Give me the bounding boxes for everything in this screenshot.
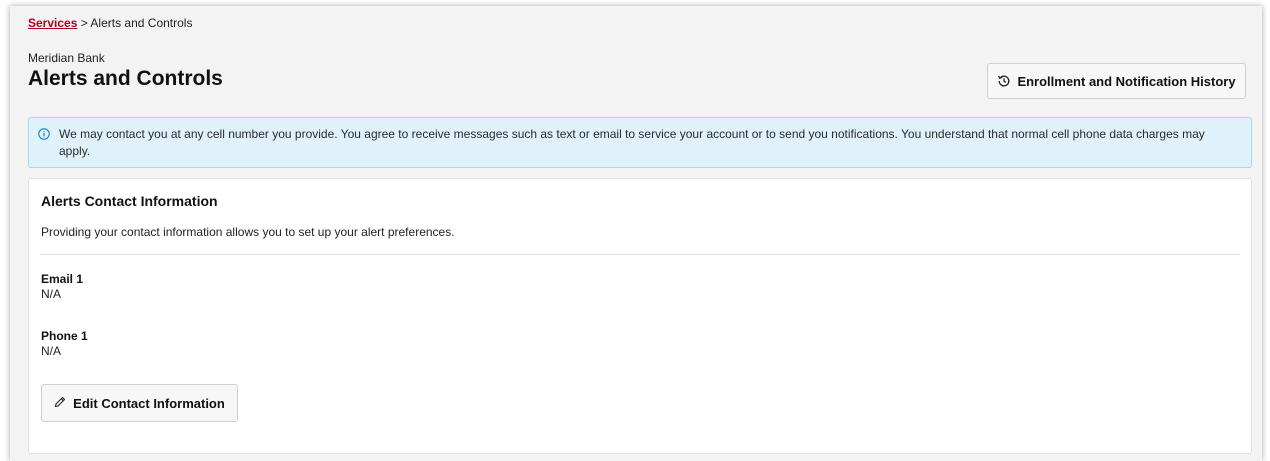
contact-card-title: Alerts Contact Information [41, 193, 218, 209]
phone-1-label: Phone 1 [41, 329, 88, 343]
edit-contact-label: Edit Contact Information [73, 395, 225, 411]
enrollment-history-button[interactable]: Enrollment and Notification History [987, 63, 1246, 99]
info-icon [38, 128, 50, 145]
breadcrumb-current: Alerts and Controls [90, 16, 193, 30]
contact-card-description: Providing your contact information allow… [41, 225, 455, 239]
divider [41, 254, 1239, 255]
contact-info-card: Alerts Contact Information Providing you… [28, 178, 1252, 454]
pencil-icon [54, 396, 66, 411]
consent-info-banner: We may contact you at any cell number yo… [28, 117, 1252, 168]
enrollment-history-label: Enrollment and Notification History [1017, 73, 1236, 89]
edit-contact-button[interactable]: Edit Contact Information [41, 384, 238, 422]
bank-name: Meridian Bank [28, 51, 105, 65]
page-title: Alerts and Controls [28, 67, 223, 90]
history-icon [997, 74, 1011, 88]
consent-info-text: We may contact you at any cell number yo… [59, 127, 1205, 158]
email-1-label: Email 1 [41, 272, 84, 286]
email-1-value: N/A [41, 287, 62, 301]
breadcrumb-services-link[interactable]: Services [28, 16, 77, 30]
phone-1-value: N/A [41, 344, 62, 358]
page-frame: Services > Alerts and Controls Meridian … [10, 6, 1262, 461]
breadcrumb: Services > Alerts and Controls [28, 16, 192, 30]
breadcrumb-separator: > [80, 16, 88, 30]
